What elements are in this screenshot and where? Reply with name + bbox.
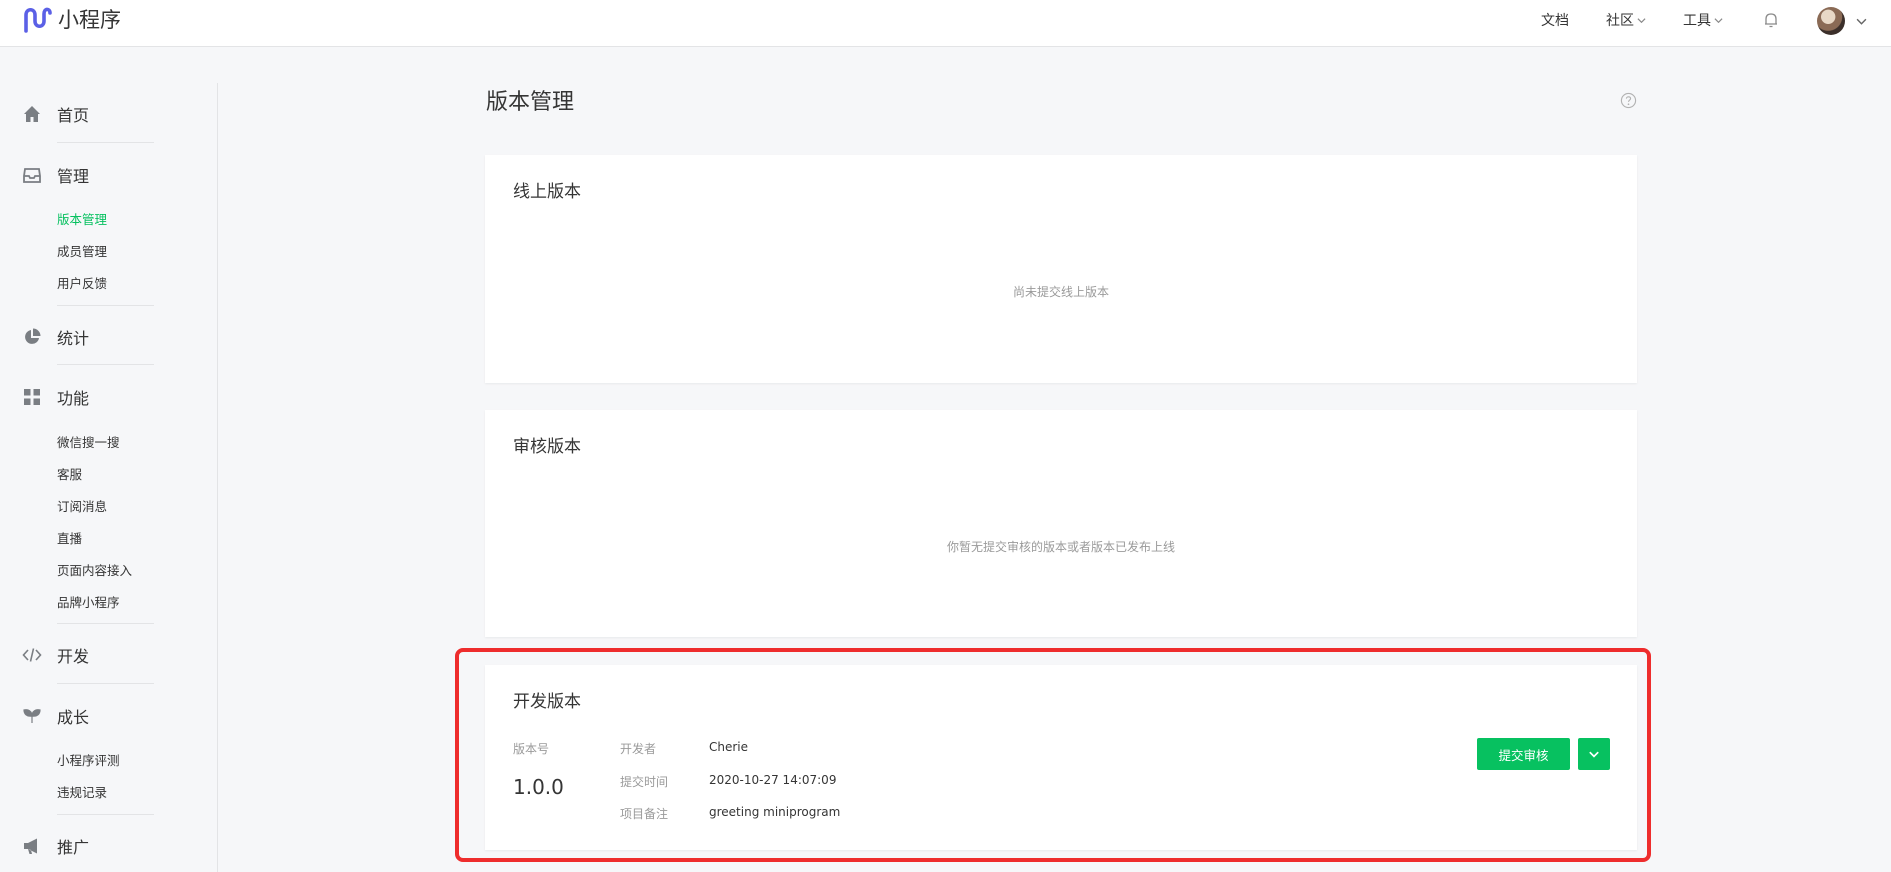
sidebar-item-customer-service[interactable]: 客服 [57, 464, 82, 483]
chevron-down-icon [1714, 17, 1723, 23]
help-icon[interactable] [1620, 92, 1637, 109]
sidebar-item-develop[interactable]: 开发 [22, 643, 89, 667]
inbox-icon [23, 168, 41, 183]
sidebar-item-growth[interactable]: 成长 [22, 704, 89, 728]
sidebar-item-live[interactable]: 直播 [57, 528, 82, 547]
home-icon [24, 106, 40, 122]
topnav-community[interactable]: 社区 [1606, 0, 1646, 40]
grid-icon [24, 389, 40, 405]
sidebar-item-label: 管理 [57, 167, 90, 186]
sidebar-item-label: 推广 [57, 838, 90, 857]
top-bar: 小程序 文档 社区 工具 [0, 0, 1891, 47]
sprout-icon [23, 709, 41, 723]
sidebar-item-page-content[interactable]: 页面内容接入 [57, 560, 132, 579]
divider [57, 142, 154, 143]
sidebar-item-miniprogram-review[interactable]: 小程序评测 [57, 750, 120, 769]
sidebar-divider [217, 83, 218, 872]
divider [57, 623, 154, 624]
highlight-box [455, 648, 1651, 862]
sidebar-item-brand-miniprogram[interactable]: 品牌小程序 [57, 592, 120, 611]
card-title: 审核版本 [513, 437, 581, 457]
sidebar-item-violation-records[interactable]: 违规记录 [57, 782, 107, 801]
divider [57, 814, 154, 815]
chevron-down-icon[interactable] [1856, 16, 1867, 27]
topnav-docs-label: 文档 [1541, 13, 1569, 29]
sidebar-item-label: 首页 [57, 106, 90, 125]
empty-state-text: 尚未提交线上版本 [1012, 285, 1109, 299]
chevron-down-icon [1637, 17, 1646, 23]
sidebar-item-home[interactable]: 首页 [22, 102, 89, 126]
sidebar-item-label: 成长 [57, 708, 90, 727]
sidebar-item-member-manage[interactable]: 成员管理 [57, 241, 107, 260]
avatar[interactable] [1817, 7, 1845, 35]
sidebar-item-manage[interactable]: 管理 [22, 163, 89, 187]
code-icon [22, 648, 42, 662]
sidebar-item-label: 开发 [57, 647, 90, 666]
divider [57, 683, 154, 684]
topnav-docs[interactable]: 文档 [1541, 0, 1569, 40]
card-title: 线上版本 [513, 182, 581, 202]
sidebar-item-subscription-messages[interactable]: 订阅消息 [57, 496, 107, 515]
pie-chart-icon [25, 328, 41, 344]
miniprogram-logo-icon [24, 7, 52, 33]
sidebar-item-version-manage[interactable]: 版本管理 [57, 209, 107, 228]
topnav-tools-label: 工具 [1683, 13, 1711, 29]
review-version-card: 审核版本 你暂无提交审核的版本或者版本已发布上线 [485, 410, 1637, 637]
empty-state-text: 你暂无提交审核的版本或者版本已发布上线 [946, 540, 1175, 554]
divider [57, 305, 154, 306]
sidebar-item-promote[interactable]: 推广 [22, 834, 89, 858]
sidebar-item-label: 功能 [57, 389, 90, 408]
page-title: 版本管理 [486, 90, 575, 115]
bell-icon[interactable] [1762, 11, 1780, 29]
divider [57, 364, 154, 365]
sidebar-item-user-feedback[interactable]: 用户反馈 [57, 273, 107, 292]
sidebar-item-features[interactable]: 功能 [22, 385, 89, 409]
logo[interactable]: 小程序 [22, 4, 121, 34]
app-title: 小程序 [58, 8, 121, 32]
sidebar-item-wechat-search[interactable]: 微信搜一搜 [57, 432, 120, 451]
topnav-tools[interactable]: 工具 [1683, 0, 1723, 40]
sidebar-item-stats[interactable]: 统计 [22, 325, 89, 349]
topnav-community-label: 社区 [1606, 13, 1634, 29]
megaphone-icon [24, 838, 37, 854]
sidebar-item-label: 统计 [57, 329, 90, 348]
online-version-card: 线上版本 尚未提交线上版本 [485, 155, 1637, 383]
